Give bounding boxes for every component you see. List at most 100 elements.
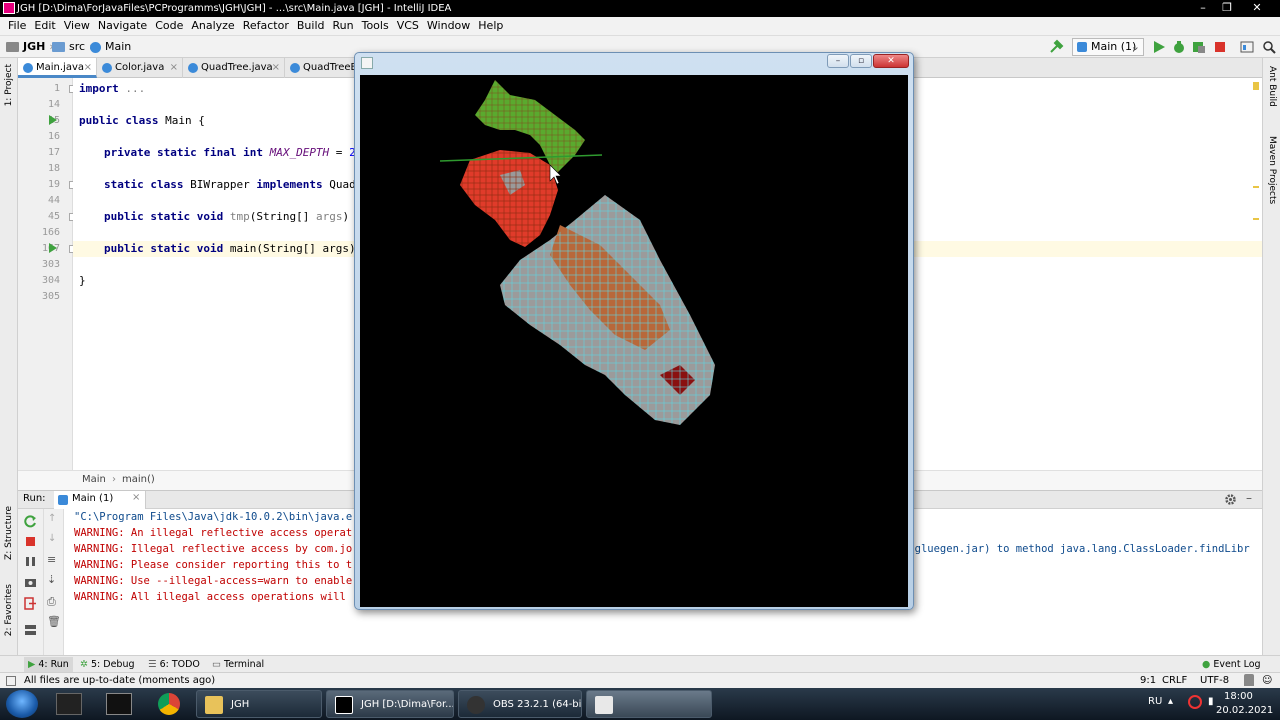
close-tab-icon[interactable]: × bbox=[84, 58, 92, 75]
menu-window[interactable]: Window bbox=[423, 17, 474, 35]
taskbar-explorer-jgh[interactable]: JGH bbox=[196, 690, 322, 718]
run-config-icon bbox=[1077, 42, 1087, 52]
pause-icon[interactable] bbox=[24, 555, 37, 568]
stop-icon[interactable] bbox=[1214, 41, 1226, 53]
project-structure-icon[interactable] bbox=[1240, 40, 1254, 54]
search-everywhere-icon[interactable] bbox=[1262, 40, 1276, 54]
exit-icon[interactable] bbox=[24, 597, 37, 610]
close-tab-icon[interactable]: × bbox=[170, 58, 178, 78]
cmd-icon[interactable] bbox=[106, 693, 132, 715]
gear-icon[interactable] bbox=[1224, 493, 1237, 506]
render-canvas[interactable] bbox=[360, 75, 908, 607]
network-icon[interactable]: ▮ bbox=[1208, 696, 1214, 707]
scroll-to-end-icon[interactable]: ⇣ bbox=[47, 573, 56, 586]
menu-build[interactable]: Build bbox=[293, 17, 329, 35]
menu-view[interactable]: View bbox=[60, 17, 94, 35]
tab-quadtreebuilder-java[interactable]: QuadTreeBu bbox=[285, 58, 357, 78]
close-tab-icon[interactable]: × bbox=[132, 492, 140, 503]
event-log-tool-button[interactable]: ● Event Log bbox=[1202, 657, 1261, 672]
menu-help[interactable]: Help bbox=[474, 17, 507, 35]
tab-quadtree-java[interactable]: QuadTree.java × bbox=[183, 58, 285, 78]
taskbar-intellij[interactable]: JGH [D:\Dima\For... bbox=[326, 690, 454, 718]
up-arrow-icon[interactable]: ↑ bbox=[48, 513, 56, 524]
menu-run[interactable]: Run bbox=[329, 17, 358, 35]
run-icon[interactable] bbox=[1152, 40, 1166, 54]
menu-tools[interactable]: Tools bbox=[358, 17, 393, 35]
run-tool-button[interactable]: ▶ 4: Run bbox=[24, 657, 73, 672]
menu-refactor[interactable]: Refactor bbox=[239, 17, 293, 35]
warning-stripe[interactable] bbox=[1253, 186, 1259, 188]
debug-tool-button[interactable]: ✲ 5: Debug bbox=[80, 657, 135, 672]
camera-icon[interactable] bbox=[24, 575, 37, 588]
menu-edit[interactable]: Edit bbox=[30, 17, 59, 35]
todo-tool-button[interactable]: ☰ 6: TODO bbox=[148, 657, 200, 672]
java-window-icon bbox=[361, 57, 373, 69]
run-class-gutter-icon[interactable] bbox=[49, 115, 57, 125]
run-tab[interactable]: Main (1) × bbox=[54, 491, 146, 509]
tab-color-java[interactable]: Color.java × bbox=[97, 58, 183, 78]
taskbar-obs[interactable]: OBS 23.2.1 (64-bit... bbox=[458, 690, 582, 718]
clock-date[interactable]: 20.02.2021 bbox=[1216, 705, 1273, 716]
start-button[interactable] bbox=[6, 690, 38, 718]
coverage-icon[interactable] bbox=[1192, 40, 1206, 54]
soft-wrap-icon[interactable]: ≡ bbox=[47, 553, 56, 566]
menu-analyze[interactable]: Analyze bbox=[187, 17, 238, 35]
class-icon bbox=[290, 63, 300, 73]
menu-file[interactable]: File bbox=[4, 17, 30, 35]
down-arrow-icon[interactable]: ↓ bbox=[48, 533, 56, 544]
hide-panel-icon[interactable]: – bbox=[1246, 491, 1252, 505]
line-number: 44 bbox=[47, 195, 60, 206]
taskbar-java-app[interactable] bbox=[586, 690, 712, 718]
breadcrumb-class[interactable]: Main bbox=[82, 474, 106, 485]
run-configuration-select[interactable]: Main (1) ⌄ bbox=[1072, 38, 1144, 56]
menu-vcs[interactable]: VCS bbox=[393, 17, 423, 35]
favorites-tool-button[interactable]: 2: Favorites bbox=[4, 584, 14, 636]
terminal-tool-button[interactable]: ▭ Terminal bbox=[212, 657, 264, 672]
clock-time[interactable]: 18:00 bbox=[1224, 691, 1253, 702]
project-tool-button[interactable]: 1: Project bbox=[4, 64, 14, 106]
tray-app-icon[interactable] bbox=[1188, 695, 1202, 709]
status-icon[interactable] bbox=[6, 676, 16, 686]
caret-position[interactable]: 9:1 bbox=[1140, 673, 1156, 688]
print-icon[interactable]: ⎙ bbox=[47, 595, 56, 609]
input-language[interactable]: RU bbox=[1148, 696, 1162, 707]
java-app-window[interactable]: – ▫ ✕ bbox=[354, 52, 914, 610]
mysql-workbench-icon[interactable] bbox=[56, 693, 82, 715]
menu-code[interactable]: Code bbox=[151, 17, 187, 35]
console-line: WARNING: An illegal reflective access op… bbox=[74, 527, 353, 539]
trash-icon[interactable]: 🗑 bbox=[47, 615, 61, 628]
maven-projects-tool-button[interactable]: Maven Projects bbox=[1267, 136, 1277, 204]
debug-icon[interactable] bbox=[1172, 40, 1186, 54]
line-number: 17 bbox=[47, 147, 60, 158]
analysis-marker[interactable] bbox=[1253, 82, 1259, 90]
chrome-icon[interactable] bbox=[158, 693, 180, 715]
java-minimize-button[interactable]: – bbox=[827, 54, 849, 68]
inspector-icon[interactable]: ☺ bbox=[1262, 673, 1272, 688]
java-maximize-button[interactable]: ▫ bbox=[850, 54, 872, 68]
run-main-gutter-icon[interactable] bbox=[49, 243, 57, 253]
layout-icon[interactable] bbox=[24, 623, 37, 636]
stop-icon[interactable] bbox=[24, 535, 37, 548]
ant-build-tool-button[interactable]: Ant Build bbox=[1267, 66, 1277, 107]
right-tool-strip: Ant Build Maven Projects bbox=[1262, 58, 1280, 672]
maximize-button[interactable]: ❐ bbox=[1216, 0, 1238, 17]
minimize-button[interactable]: – bbox=[1192, 0, 1214, 17]
structure-tool-button[interactable]: Z: Structure bbox=[4, 506, 14, 560]
tray-expand-icon[interactable]: ▴ bbox=[1168, 696, 1173, 707]
breadcrumb-method[interactable]: main() bbox=[122, 474, 155, 485]
warning-stripe[interactable] bbox=[1253, 218, 1259, 220]
close-tab-icon[interactable]: × bbox=[272, 58, 280, 78]
java-close-button[interactable]: ✕ bbox=[873, 54, 909, 68]
menu-navigate[interactable]: Navigate bbox=[94, 17, 151, 35]
console-line: WARNING: Please consider reporting this … bbox=[74, 559, 353, 571]
lock-icon[interactable] bbox=[1244, 674, 1254, 686]
tab-main-java[interactable]: Main.java × bbox=[18, 58, 97, 78]
breadcrumb-project[interactable]: JGH › bbox=[6, 39, 54, 55]
breadcrumb-main[interactable]: Main bbox=[90, 39, 131, 55]
line-separator[interactable]: CRLF bbox=[1162, 673, 1187, 688]
close-button[interactable]: ✕ bbox=[1246, 0, 1268, 17]
rerun-icon[interactable] bbox=[24, 515, 37, 528]
build-hammer-icon[interactable] bbox=[1048, 39, 1064, 55]
breadcrumb-src[interactable]: src › bbox=[52, 39, 93, 55]
file-encoding[interactable]: UTF-8 bbox=[1200, 673, 1229, 688]
